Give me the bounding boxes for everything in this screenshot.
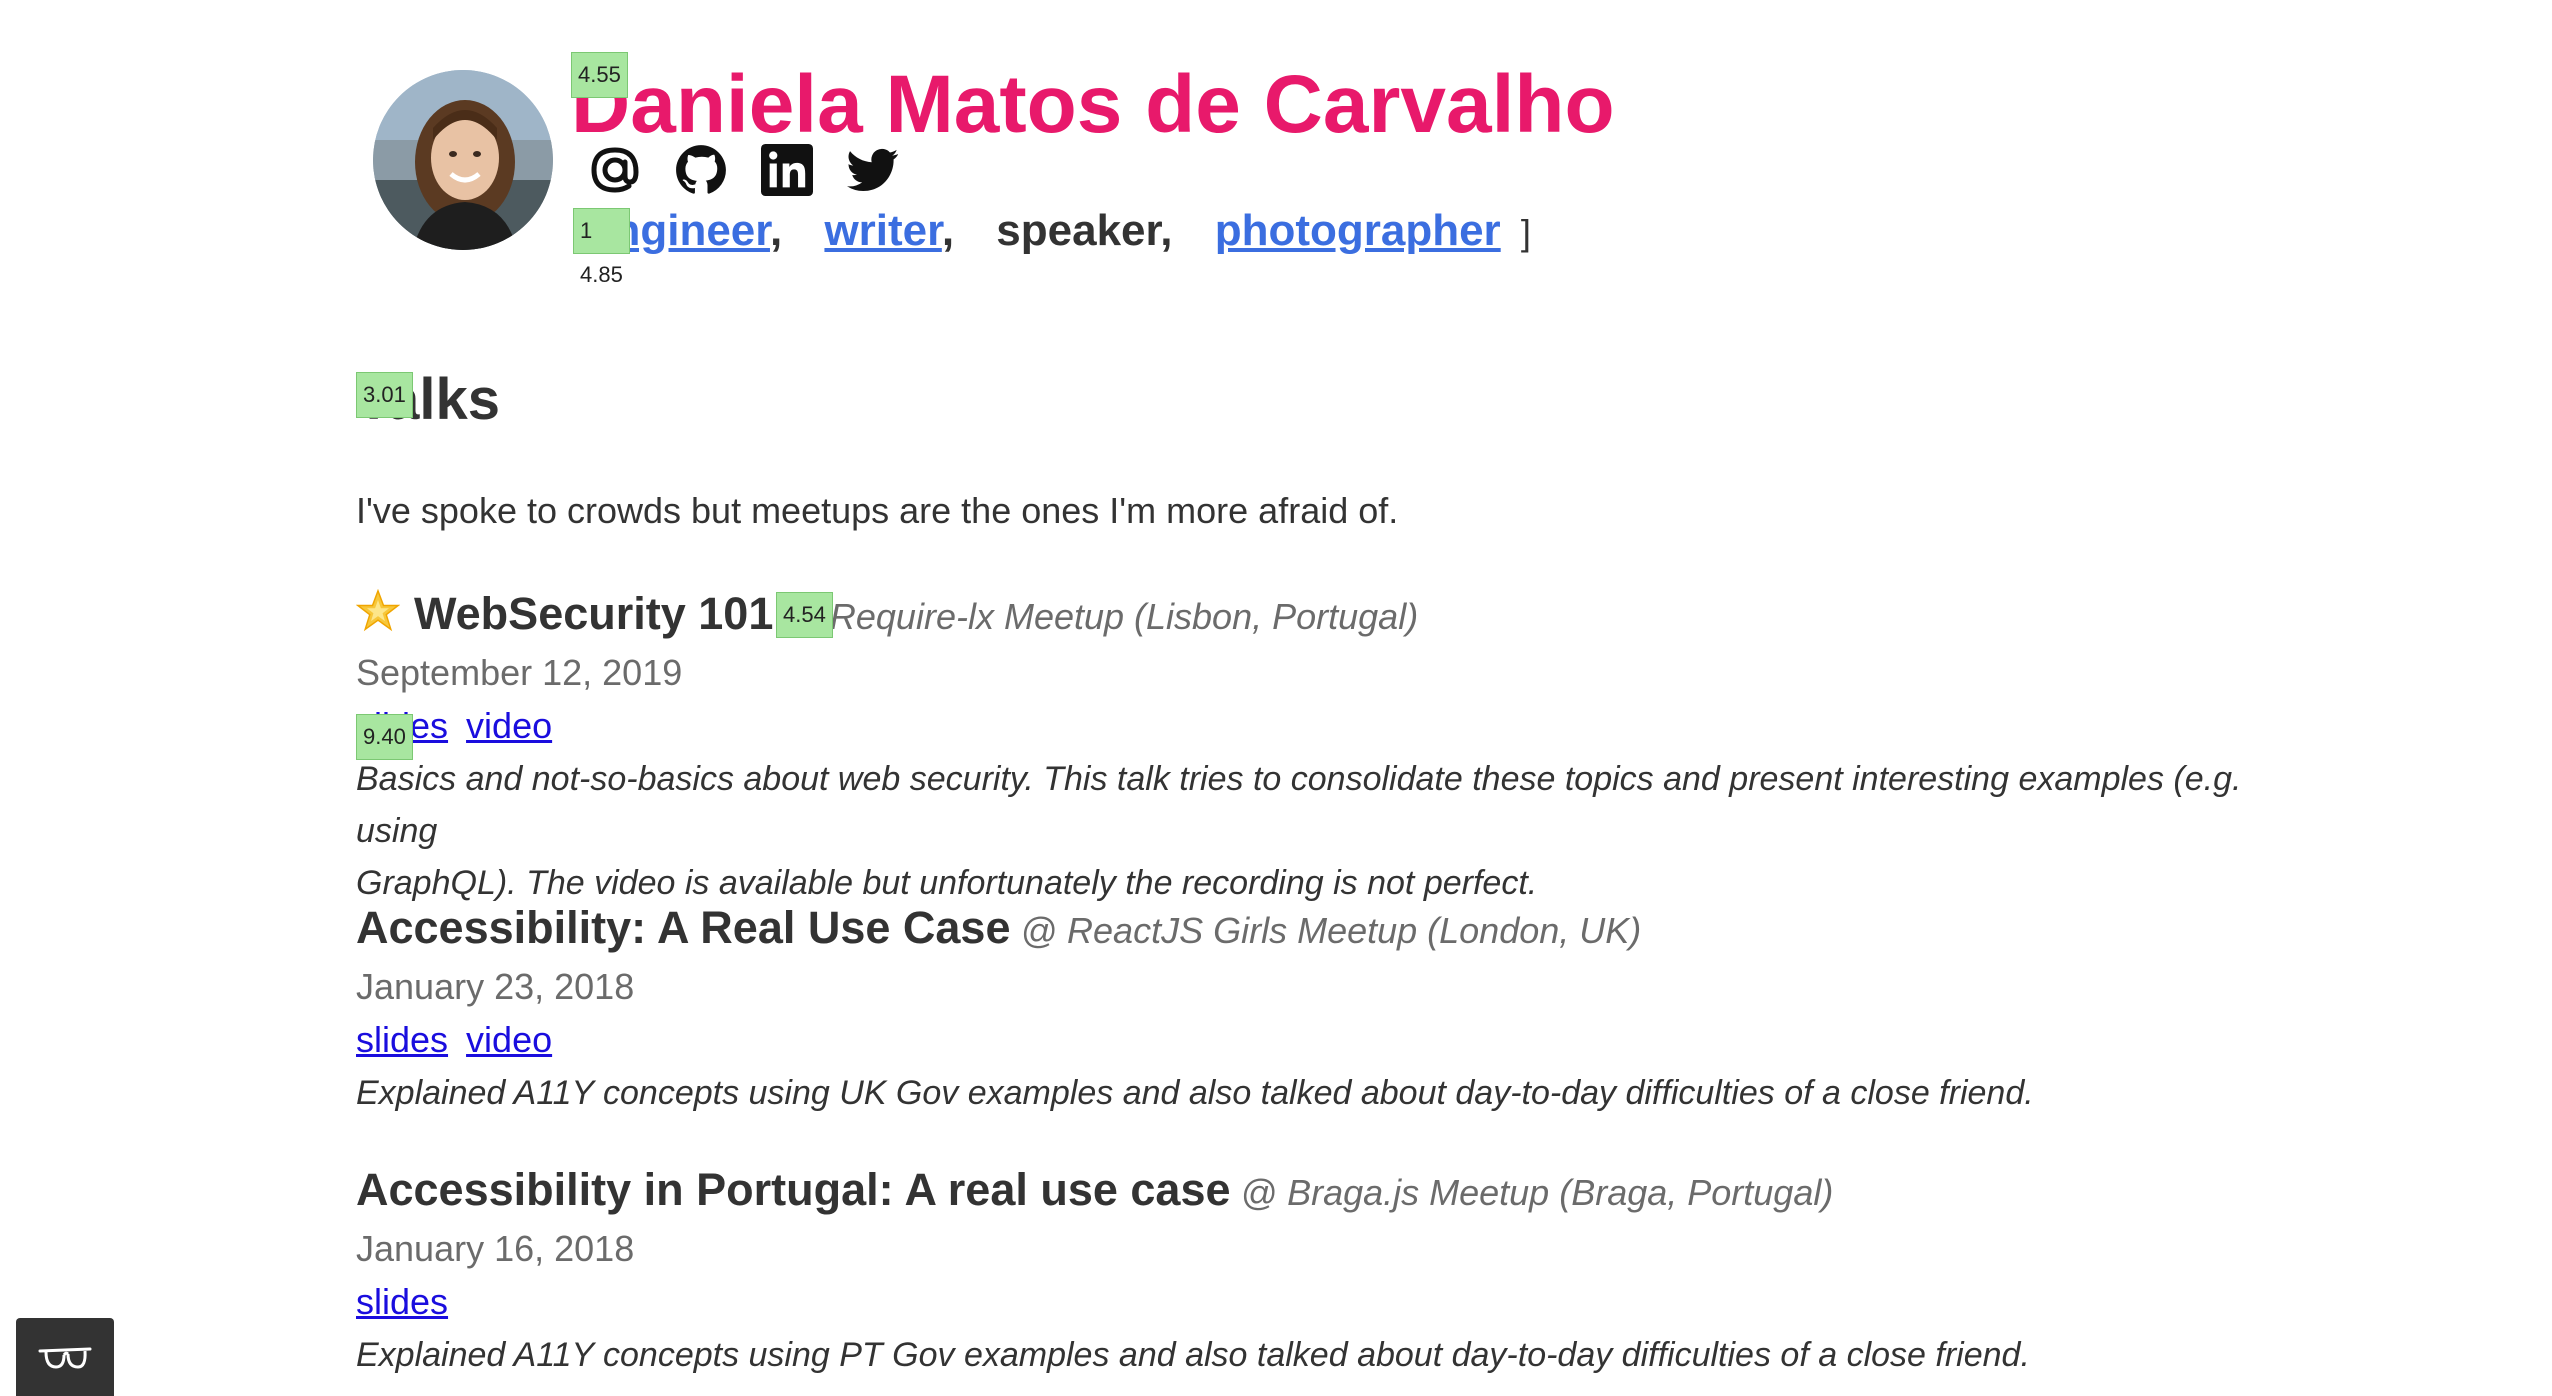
talk-heading: Accessibility in Portugal: A real use ca… <box>356 1162 2256 1221</box>
talk-links: slides video <box>356 1013 2256 1067</box>
star-icon <box>356 589 400 632</box>
score-badge-heading: 3.01 <box>356 372 413 418</box>
github-icon <box>676 145 726 194</box>
talk-item: WebSecurity 101 @ Require-lx Meetup (Lisb… <box>356 586 2256 909</box>
talk-venue: @ ReactJS Girls Meetup (London, UK) <box>1020 910 1642 951</box>
roles-bracket: ] <box>1520 212 1531 253</box>
role-photographer-link[interactable]: photographer <box>1215 206 1501 255</box>
talk-description-line: Basics and not-so-basics about web secur… <box>356 760 2242 850</box>
talk-title: Accessibility: A Real Use Case <box>356 902 1011 953</box>
video-link[interactable]: video <box>466 1019 552 1060</box>
role-writer-link[interactable]: writer <box>824 206 941 255</box>
twitter-link[interactable] <box>847 144 899 196</box>
talk-heading: Accessibility: A Real Use Case @ ReactJS … <box>356 900 2256 959</box>
score-badge-venue: 4.54 <box>776 592 833 638</box>
talk-description: Explained A11Y concepts using PT Gov exa… <box>356 1329 2256 1381</box>
talk-title: WebSecurity 101 <box>414 588 774 639</box>
linkedin-link[interactable] <box>761 144 813 196</box>
social-links <box>589 144 899 196</box>
talk-description-line: Explained A11Y concepts using PT Gov exa… <box>356 1336 2030 1374</box>
talk-heading: WebSecurity 101 @ Require-lx Meetup (Lisb… <box>356 586 2256 645</box>
talk-links: slidesvideo <box>356 699 2256 753</box>
talk-description-line: Explained A11Y concepts using UK Gov exa… <box>356 1074 2034 1112</box>
at-icon <box>591 147 639 193</box>
linkedin-icon <box>761 144 813 196</box>
talk-title: Accessibility in Portugal: A real use ca… <box>356 1164 1231 1215</box>
author-name: Daniela Matos de Carvalho <box>571 59 1615 150</box>
section-intro: I've spoke to crowds but meetups are the… <box>356 490 1399 531</box>
score-badge-links: 9.40 <box>356 714 413 760</box>
email-link[interactable] <box>589 144 641 196</box>
role-separator: , <box>1160 206 1173 255</box>
score-badge-name: 4.55 <box>571 52 628 98</box>
talk-item: Accessibility in Portugal: A real use ca… <box>356 1162 2256 1381</box>
roles-list: engineer, writer, speaker, photographer … <box>589 206 1531 256</box>
page: Daniela Matos de Carvalho 4.55 engineer,… <box>0 0 2552 1396</box>
accessibility-toggle-button[interactable] <box>16 1318 114 1396</box>
glasses-icon <box>38 1347 92 1369</box>
video-link[interactable]: video <box>466 705 552 746</box>
talk-date: January 23, 2018 <box>356 966 635 1007</box>
score-badge-roles: 1 4.85 <box>573 208 630 287</box>
talk-description: Basics and not-so-basics about web secur… <box>356 753 2256 909</box>
role-separator: , <box>769 206 783 255</box>
github-link[interactable] <box>675 144 727 196</box>
talk-venue: @ Braga.js Meetup (Braga, Portugal) <box>1240 1172 1834 1213</box>
twitter-icon <box>847 148 899 192</box>
role-separator: , <box>941 206 955 255</box>
talk-date: September 12, 2019 <box>356 652 683 693</box>
talk-date: January 16, 2018 <box>356 1228 635 1269</box>
slides-link[interactable]: slides <box>356 1019 448 1060</box>
talk-links: slides <box>356 1275 2256 1329</box>
role-speaker: speaker <box>996 206 1161 255</box>
talk-venue: @ Require-lx Meetup (Lisbon, Portugal) <box>783 596 1419 637</box>
talk-description: Explained A11Y concepts using UK Gov exa… <box>356 1067 2256 1119</box>
talk-item: Accessibility: A Real Use Case @ ReactJS … <box>356 900 2256 1119</box>
avatar <box>373 70 553 250</box>
slides-link[interactable]: slides <box>356 1281 448 1322</box>
